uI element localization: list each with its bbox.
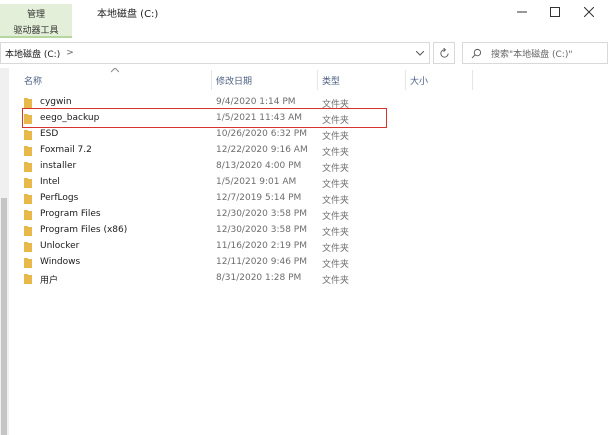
file-row[interactable]: installer 8/13/2020 4:00 PM 文件夹	[20, 159, 390, 175]
file-row[interactable]: Intel 1/5/2021 9:01 AM 文件夹	[20, 175, 390, 191]
file-type: 文件夹	[322, 276, 350, 286]
file-date: 9/4/2020 1:14 PM	[216, 97, 296, 107]
file-date: 8/31/2020 1:28 PM	[216, 273, 302, 283]
column-divider[interactable]	[472, 70, 473, 90]
file-row[interactable]: 用户 8/31/2020 1:28 PM 文件夹	[20, 271, 390, 287]
file-date: 10/26/2020 6:32 PM	[216, 129, 307, 139]
file-name: Program Files	[40, 209, 101, 219]
column-header-type[interactable]: 类型	[322, 74, 340, 87]
folder-icon	[24, 178, 32, 188]
file-name: Windows	[40, 257, 81, 267]
minimize-icon	[517, 11, 527, 13]
address-history-button[interactable]	[411, 44, 429, 62]
file-date: 8/13/2020 4:00 PM	[216, 161, 302, 171]
search-box[interactable]: 搜索"本地磁盘 (C:)"	[462, 42, 608, 64]
file-date: 12/11/2020 9:46 PM	[216, 257, 307, 267]
column-divider[interactable]	[211, 70, 212, 90]
close-icon	[584, 7, 594, 17]
close-button[interactable]	[572, 2, 606, 22]
file-type: 文件夹	[322, 148, 350, 158]
ribbon-sub-label: 驱动器工具	[13, 25, 59, 36]
folder-icon	[24, 194, 32, 204]
file-name: Unlocker	[40, 241, 80, 251]
file-name: Program Files (x86)	[40, 225, 128, 235]
folder-icon	[24, 146, 32, 156]
column-header-name[interactable]: 名称	[24, 74, 42, 87]
maximize-icon	[550, 7, 560, 17]
folder-icon	[24, 210, 32, 220]
folder-icon	[24, 242, 32, 252]
file-date: 12/30/2020 3:58 PM	[216, 209, 307, 219]
folder-icon	[24, 98, 32, 108]
file-type: 文件夹	[322, 180, 350, 190]
folder-icon	[24, 274, 32, 284]
file-name: Intel	[40, 177, 60, 187]
folder-icon	[24, 162, 32, 172]
file-date: 12/22/2020 9:16 AM	[216, 145, 308, 155]
folder-icon	[24, 258, 32, 268]
highlight-annotation	[22, 108, 387, 128]
folder-icon	[24, 226, 32, 236]
file-name: Foxmail 7.2	[40, 145, 92, 155]
column-header-size[interactable]: 大小	[410, 74, 428, 87]
ribbon-drive-tools[interactable]: 驱动器工具	[0, 22, 72, 38]
column-divider[interactable]	[317, 70, 318, 90]
column-header-date[interactable]: 修改日期	[216, 74, 252, 87]
file-name: ESD	[40, 129, 59, 139]
window-title: 本地磁盘 (C:)	[97, 9, 159, 20]
file-type: 文件夹	[322, 260, 350, 270]
file-name: installer	[40, 161, 77, 171]
address-path[interactable]: 本地磁盘 (C:)	[5, 47, 60, 60]
file-type: 文件夹	[322, 164, 350, 174]
maximize-button[interactable]	[538, 2, 572, 22]
file-name: 用户	[40, 276, 59, 286]
nav-scrollbar-thumb[interactable]	[1, 198, 7, 435]
breadcrumb-chevron-icon[interactable]: >	[66, 48, 74, 58]
file-row[interactable]: PerfLogs 12/7/2019 5:14 PM 文件夹	[20, 191, 390, 207]
column-divider[interactable]	[405, 70, 406, 90]
folder-icon	[24, 130, 32, 140]
file-date: 1/5/2021 9:01 AM	[216, 177, 297, 187]
file-row[interactable]: Unlocker 11/16/2020 2:19 PM 文件夹	[20, 239, 390, 255]
file-row[interactable]: Windows 12/11/2020 9:46 PM 文件夹	[20, 255, 390, 271]
file-name: cygwin	[40, 97, 72, 107]
file-type: 文件夹	[322, 196, 350, 206]
ribbon-tab-label: 管理	[26, 9, 45, 20]
sort-ascending-icon	[110, 66, 120, 75]
search-icon	[471, 48, 482, 58]
file-row[interactable]: Program Files 12/30/2020 3:58 PM 文件夹	[20, 207, 390, 223]
file-type: 文件夹	[322, 244, 350, 254]
file-date: 12/7/2019 5:14 PM	[216, 193, 302, 203]
file-type: 文件夹	[322, 132, 350, 142]
file-row[interactable]: ESD 10/26/2020 6:32 PM 文件夹	[20, 127, 390, 143]
search-placeholder: 搜索"本地磁盘 (C:)"	[491, 49, 573, 60]
address-bar[interactable]: 本地磁盘 (C:) >	[0, 42, 430, 64]
chevron-down-icon	[416, 50, 424, 56]
refresh-button[interactable]	[433, 42, 455, 64]
minimize-button[interactable]	[505, 2, 539, 22]
file-row[interactable]: Foxmail 7.2 12/22/2020 9:16 AM 文件夹	[20, 143, 390, 159]
file-row[interactable]: Program Files (x86) 12/30/2020 3:58 PM 文件夹	[20, 223, 390, 239]
file-type: 文件夹	[322, 228, 350, 238]
file-date: 12/30/2020 3:58 PM	[216, 225, 307, 235]
file-date: 11/16/2020 2:19 PM	[216, 241, 307, 251]
file-name: PerfLogs	[40, 193, 79, 203]
ribbon-tab-manage[interactable]: 管理	[0, 4, 72, 22]
file-type: 文件夹	[322, 212, 350, 222]
refresh-icon	[439, 47, 449, 58]
